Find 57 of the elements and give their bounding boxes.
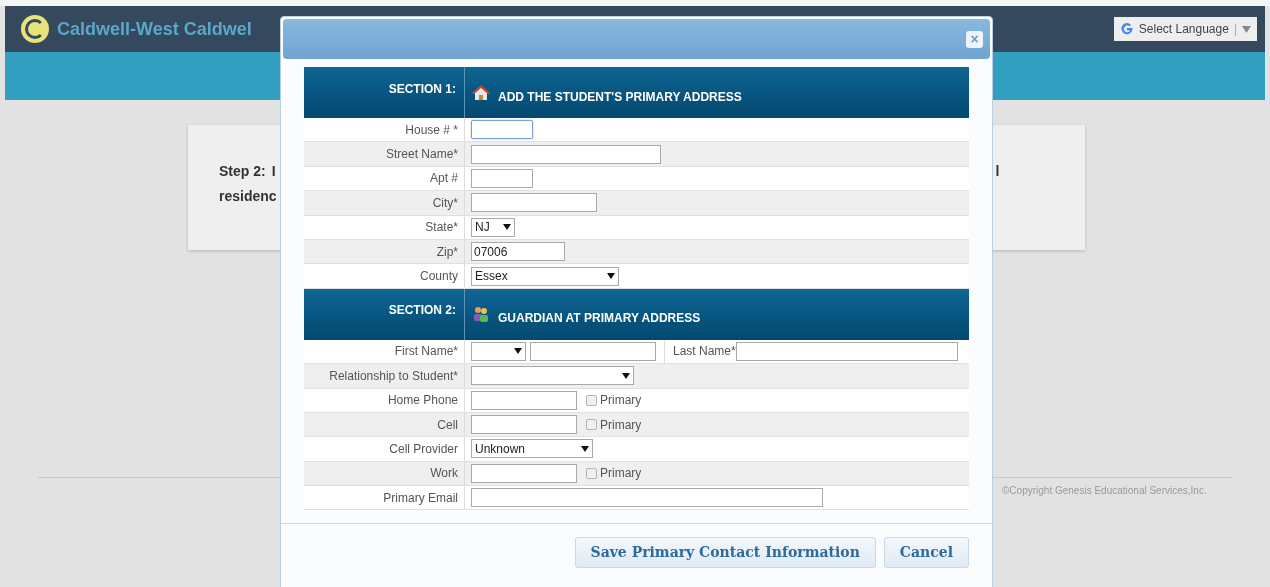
cancel-button[interactable]: Cancel xyxy=(883,537,969,569)
field-label: State* xyxy=(425,219,458,237)
primary-checkbox[interactable]: Primary xyxy=(586,464,642,483)
step-text: I xyxy=(271,162,276,181)
caret-icon xyxy=(514,348,522,355)
field-label: Cell xyxy=(437,416,458,434)
section-title: ADD THE STUDENT'S PRIMARY ADDRESS xyxy=(498,88,742,106)
caret-icon xyxy=(581,446,589,452)
field-label: House # * xyxy=(405,121,458,139)
field-label: Home Phone xyxy=(387,392,458,410)
section-label: SECTION 2: xyxy=(388,302,456,320)
field-label: First Name* xyxy=(394,343,458,361)
save-button[interactable]: Save Primary Contact Information xyxy=(574,537,876,569)
field-label: County xyxy=(419,268,458,286)
people-icon xyxy=(472,306,490,323)
primary-checkbox[interactable]: Primary xyxy=(586,391,642,410)
text-field[interactable] xyxy=(471,193,597,213)
field-label: Zip* xyxy=(436,243,458,261)
field-label: City* xyxy=(432,194,458,212)
text-field[interactable] xyxy=(471,463,577,483)
text-field[interactable] xyxy=(471,168,533,188)
field-label: Primary Email xyxy=(383,489,458,507)
section-title: GUARDIAN AT PRIMARY ADDRESS xyxy=(498,310,701,328)
field-label: Relationship to Student* xyxy=(329,367,458,385)
g-logo-icon xyxy=(1119,22,1134,36)
dropdown[interactable]: Unknown xyxy=(471,439,593,459)
site-title: Caldwell-West Caldwel xyxy=(57,17,252,41)
primary-checkbox[interactable]: Primary xyxy=(586,415,642,434)
caret-icon xyxy=(622,372,630,379)
text-field[interactable] xyxy=(735,341,958,361)
field-label: Last Name* xyxy=(664,339,736,364)
separator: | xyxy=(1233,21,1237,38)
field-label: Work xyxy=(430,465,458,483)
field-label: Cell Provider xyxy=(389,441,458,458)
language-dropdown[interactable]: Select Language | xyxy=(1113,17,1257,41)
step-text: residenc xyxy=(219,187,277,206)
text-field[interactable] xyxy=(471,415,577,435)
step-text: l xyxy=(995,162,1000,181)
text-field[interactable] xyxy=(471,488,823,508)
caret-icon xyxy=(503,224,511,231)
dropdown[interactable]: Essex xyxy=(471,266,619,286)
dropdown[interactable] xyxy=(471,341,526,361)
logo-icon xyxy=(21,15,49,43)
field-label: Street Name* xyxy=(385,146,458,164)
dropdown[interactable]: NJ xyxy=(471,217,515,237)
copyright-text: ©Copyright Genesis Educational Services,Inc. xyxy=(1002,484,1207,498)
text-field[interactable] xyxy=(471,120,533,140)
section-label: SECTION 1: xyxy=(388,80,456,98)
caret-icon xyxy=(607,273,615,280)
text-field[interactable]: 07006 xyxy=(471,242,565,262)
house-icon xyxy=(472,83,490,102)
caret-icon xyxy=(1242,24,1251,34)
text-field[interactable] xyxy=(471,144,661,164)
text-field[interactable] xyxy=(471,390,577,410)
step-label: Step 2: xyxy=(219,162,266,181)
field-label: Apt # xyxy=(429,170,458,188)
text-field[interactable] xyxy=(530,341,656,361)
